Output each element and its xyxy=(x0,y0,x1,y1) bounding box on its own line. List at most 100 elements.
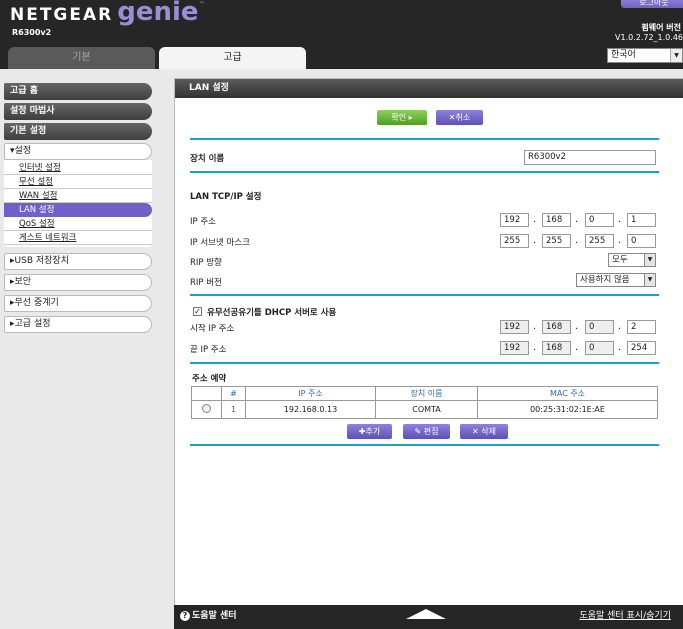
dot: . xyxy=(533,235,537,246)
device-name-label: 장치 이름 xyxy=(190,154,225,164)
rip-version-select[interactable]: 사용하지 않음 ▼ xyxy=(576,273,656,287)
help-center-link[interactable]: ? 도움말 센터 xyxy=(180,608,237,621)
sidebar-item-basic-setup[interactable]: 기본 설정 xyxy=(4,123,152,140)
tab-basic[interactable]: 기본 xyxy=(8,47,155,69)
rip-direction-value: 모두 xyxy=(612,255,628,265)
chevron-down-icon: ▼ xyxy=(644,254,655,266)
divider xyxy=(190,294,659,296)
row-mac: 00:25:31:02:1E:AE xyxy=(477,400,658,419)
dot: . xyxy=(618,235,622,246)
lan-settings-panel: LAN 설정 확인 ▸ ✕취소 장치 이름 R6300v2 LAN TCP/IP… xyxy=(174,78,683,629)
sidebar-item-advanced-home[interactable]: 고급 홈 xyxy=(4,83,152,100)
row-select-cell[interactable] xyxy=(191,400,222,419)
panel-title: LAN 설정 xyxy=(175,79,683,98)
sidebar-item-lan[interactable]: LAN 설정 xyxy=(4,203,152,217)
table-row[interactable]: 1 192.168.0.13 COMTA 00:25:31:02:1E:AE xyxy=(191,400,658,419)
firmware-label: 펌웨어 버전 xyxy=(641,23,681,32)
dot: . xyxy=(618,214,622,225)
start-ip-octet-1: 192 xyxy=(500,320,529,334)
sidebar-item-security[interactable]: ▸보안 xyxy=(4,274,152,291)
dot: . xyxy=(575,321,579,332)
sidebar-item-relay[interactable]: ▸무선 중계기 xyxy=(4,295,152,312)
rip-direction-select[interactable]: 모두 ▼ xyxy=(608,253,656,267)
language-select[interactable]: 한국어 ▼ xyxy=(607,48,683,63)
tab-advanced[interactable]: 고급 xyxy=(159,47,306,69)
delete-button[interactable]: ✕ 삭제 xyxy=(460,424,508,439)
dot: . xyxy=(533,342,537,353)
brand-tm: ™ xyxy=(198,1,205,8)
sidebar-item-guest[interactable]: 게스트 네트워크 xyxy=(4,231,152,245)
column-header: 장치 이름 xyxy=(375,386,478,401)
sidebar-item-setup-wizard[interactable]: 설정 마법사 xyxy=(4,103,152,120)
column-header xyxy=(191,386,222,401)
apply-button[interactable]: 확인 ▸ xyxy=(377,110,427,125)
chevron-up-icon[interactable] xyxy=(406,609,446,619)
add-button[interactable]: ✚추가 xyxy=(347,424,392,439)
end-ip-label: 끝 IP 주소 xyxy=(190,345,227,355)
ip-octet-1[interactable]: 192 xyxy=(500,213,529,227)
tab-bar: 기본 고급 xyxy=(0,47,683,69)
end-ip-octet-1: 192 xyxy=(500,341,529,355)
dot: . xyxy=(575,342,579,353)
reservation-table: # IP 주소 장치 이름 MAC 주소 1 192.168.0.13 COMT… xyxy=(191,386,658,419)
firmware-version: V1.0.2.72_1.0.46 xyxy=(615,33,683,42)
row-ip: 192.168.0.13 xyxy=(245,400,376,419)
ip-address-label: IP 주소 xyxy=(190,217,216,227)
cancel-button[interactable]: ✕취소 xyxy=(436,110,483,125)
start-ip-octet-4[interactable]: 2 xyxy=(627,320,656,334)
help-center-label: 도움말 센터 xyxy=(192,611,237,621)
mask-octet-2[interactable]: 255 xyxy=(542,234,571,248)
start-ip-octet-3: 0 xyxy=(585,320,614,334)
column-header: # xyxy=(221,386,246,401)
sidebar-item-internet[interactable]: 인터넷 설정 xyxy=(4,161,152,175)
divider xyxy=(190,362,659,364)
mask-octet-1[interactable]: 255 xyxy=(500,234,529,248)
brand-logo: NETGEAR genie™ xyxy=(10,0,205,27)
help-toggle-link[interactable]: 도움말 센터 표시/숨기기 xyxy=(579,608,671,621)
sidebar-item-setup[interactable]: ▾설정 xyxy=(4,143,152,160)
tcpip-heading: LAN TCP/IP 설정 xyxy=(190,192,262,202)
dot: . xyxy=(618,321,622,332)
sidebar-item-qos[interactable]: QoS 설정 xyxy=(4,217,152,231)
chevron-down-icon: ▼ xyxy=(644,274,655,286)
brand-genie: genie xyxy=(117,0,199,27)
dhcp-checkbox[interactable]: ✓ xyxy=(193,307,202,316)
model-name: R6300v2 xyxy=(12,28,52,37)
sidebar-setup-group: 인터넷 설정 무선 설정 WAN 설정 LAN 설정 QoS 설정 게스트 네트… xyxy=(4,160,152,247)
table-header-row: # IP 주소 장치 이름 MAC 주소 xyxy=(191,386,658,401)
end-ip-octet-2: 168 xyxy=(542,341,571,355)
chevron-down-icon: ▼ xyxy=(670,49,682,62)
dot: . xyxy=(533,214,537,225)
rip-version-value: 사용하지 않음 xyxy=(580,275,630,285)
device-name-input[interactable]: R6300v2 xyxy=(524,150,656,165)
end-ip-octet-4[interactable]: 254 xyxy=(627,341,656,355)
row-device: COMTA xyxy=(375,400,478,419)
row-radio[interactable] xyxy=(202,404,211,413)
rip-direction-label: RIP 방향 xyxy=(190,258,222,268)
start-ip-label: 시작 IP 주소 xyxy=(190,324,235,334)
ip-octet-4[interactable]: 1 xyxy=(627,213,656,227)
sidebar-item-wireless[interactable]: 무선 설정 xyxy=(4,175,152,189)
dot: . xyxy=(575,214,579,225)
rip-version-label: RIP 버전 xyxy=(190,278,222,288)
column-header: IP 주소 xyxy=(245,386,376,401)
mask-octet-3[interactable]: 255 xyxy=(585,234,614,248)
divider xyxy=(190,444,659,446)
sidebar-item-advanced-setup[interactable]: ▸고급 설정 xyxy=(4,316,152,333)
end-ip-octet-3: 0 xyxy=(585,341,614,355)
edit-button[interactable]: ✎ 편집 xyxy=(403,424,450,439)
help-icon: ? xyxy=(180,611,190,621)
sidebar-item-wan[interactable]: WAN 설정 xyxy=(4,189,152,203)
ip-octet-2[interactable]: 168 xyxy=(542,213,571,227)
logout-button[interactable]: 로그아웃 xyxy=(621,0,683,8)
ip-octet-3[interactable]: 0 xyxy=(585,213,614,227)
sidebar: 고급 홈 설정 마법사 기본 설정 ▾설정 인터넷 설정 무선 설정 WAN 설… xyxy=(4,83,152,337)
brand-netgear: NETGEAR xyxy=(10,5,114,25)
dot: . xyxy=(575,235,579,246)
language-value: 한국어 xyxy=(611,50,636,60)
start-ip-octet-2: 168 xyxy=(542,320,571,334)
dot: . xyxy=(533,321,537,332)
sidebar-item-usb[interactable]: ▸USB 저장장치 xyxy=(4,253,152,270)
divider xyxy=(190,138,659,140)
mask-octet-4[interactable]: 0 xyxy=(627,234,656,248)
